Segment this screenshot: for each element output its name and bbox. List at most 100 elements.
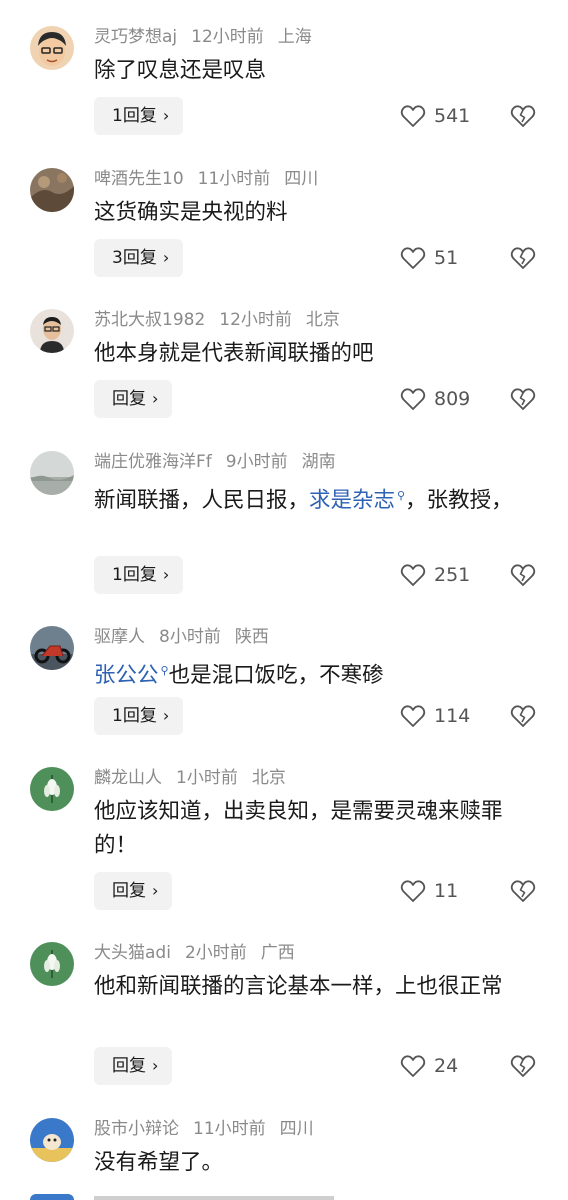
comment-text: 没有希望了。: [94, 1150, 224, 1175]
comment-text: 他和新闻联播的言论基本一样，上也很正常: [94, 974, 503, 999]
heart-outline-icon: [400, 880, 426, 902]
reply-label: 回复: [112, 1056, 146, 1076]
broken-heart-icon[interactable]: [510, 1054, 536, 1078]
heart-outline-icon: [400, 564, 426, 586]
location: 四川: [284, 169, 319, 189]
broken-heart-icon[interactable]: [510, 104, 536, 128]
like-count: 24: [434, 1055, 459, 1077]
timestamp: 8小时前: [159, 627, 221, 647]
avatar[interactable]: [30, 309, 74, 353]
heart-outline-icon: [400, 1055, 426, 1077]
broken-heart-icon[interactable]: [510, 704, 536, 728]
reply-button[interactable]: 1回复 ›: [94, 97, 184, 135]
broken-heart-icon[interactable]: [510, 879, 536, 903]
like-button[interactable]: 809: [400, 380, 470, 418]
location: 陕西: [234, 627, 269, 647]
search-icon[interactable]: ⚲: [397, 489, 405, 502]
location: 四川: [279, 1119, 314, 1139]
timestamp: 12小时前: [219, 310, 292, 330]
heart-outline-icon: [400, 105, 426, 127]
username[interactable]: 灵巧梦想aj: [94, 27, 177, 47]
comment-meta: 麟龙山人 1小时前 北京: [94, 767, 300, 789]
reply-label: 回复: [112, 881, 146, 901]
reply-label: 1回复: [112, 565, 157, 585]
timestamp: 11小时前: [197, 169, 271, 189]
timestamp: 2小时前: [184, 943, 247, 963]
comment-text: 张公公 ⚲也是混口饭吃，不寒碜: [94, 654, 534, 693]
avatar[interactable]: [30, 942, 74, 986]
reply-button[interactable]: 回复 ›: [94, 380, 173, 418]
broken-heart-icon[interactable]: [510, 246, 536, 270]
location: 湖南: [301, 452, 336, 472]
timestamp: 1小时前: [176, 768, 238, 788]
username[interactable]: 麟龙山人: [94, 768, 162, 788]
location: 广西: [260, 943, 295, 963]
broken-heart-icon[interactable]: [510, 563, 536, 587]
heart-outline-icon: [400, 388, 426, 410]
avatar[interactable]: [30, 451, 74, 495]
next-comment-peek: [0, 1190, 568, 1200]
like-count: 541: [434, 105, 471, 127]
avatar[interactable]: [30, 26, 74, 70]
username[interactable]: 端庄优雅海洋Ff: [94, 452, 212, 472]
location: 北京: [305, 310, 340, 330]
like-button[interactable]: 251: [400, 556, 470, 594]
username[interactable]: 苏北大叔1982: [94, 310, 205, 330]
search-icon[interactable]: ⚲: [161, 664, 169, 677]
comment-text: 这货确实是央视的料: [94, 200, 288, 225]
chevron-right-icon: ›: [162, 106, 170, 125]
like-button[interactable]: 114: [400, 697, 470, 735]
chevron-right-icon: ›: [162, 706, 170, 725]
like-count: 11: [434, 880, 459, 902]
like-button[interactable]: 51: [400, 239, 458, 277]
comment-meta: 端庄优雅海洋Ff 9小时前 湖南: [94, 451, 350, 473]
like-count: 114: [434, 705, 471, 727]
broken-heart-icon[interactable]: [510, 387, 536, 411]
like-button[interactable]: 24: [400, 1047, 458, 1085]
reply-button[interactable]: 回复 ›: [94, 872, 173, 910]
like-count: 51: [434, 247, 459, 269]
comment-meta: 苏北大叔1982 12小时前 北京: [94, 309, 354, 331]
chevron-right-icon: ›: [162, 565, 170, 584]
username[interactable]: 啤酒先生10: [94, 169, 184, 189]
like-count: 251: [434, 564, 471, 586]
like-button[interactable]: 541: [400, 97, 470, 135]
heart-outline-icon: [400, 247, 426, 269]
comment-text-part: ，张教授，: [405, 488, 513, 514]
comment-meta: 股市小辩论 11小时前 四川: [94, 1118, 328, 1140]
avatar[interactable]: [30, 626, 74, 670]
comment-meta: 驱摩人 8小时前 陕西: [94, 626, 283, 648]
comment-text: 他应该知道，出卖良知，是需要灵魂来赎罪的！: [94, 799, 503, 858]
comment-text: 他本身就是代表新闻联播的吧: [94, 341, 374, 366]
username[interactable]: 驱摩人: [94, 627, 145, 647]
location: 上海: [277, 27, 312, 47]
avatar[interactable]: [30, 1118, 74, 1162]
reply-button[interactable]: 1回复 ›: [94, 697, 184, 735]
topic-link[interactable]: 求是杂志: [309, 488, 395, 513]
like-button[interactable]: 11: [400, 872, 458, 910]
chevron-right-icon: ›: [162, 248, 170, 267]
username[interactable]: 大头猫adi: [94, 943, 171, 963]
comment-text-part: 新闻联播，人民日报，: [94, 488, 310, 514]
chevron-right-icon: ›: [152, 881, 159, 900]
timestamp: 9小时前: [225, 452, 288, 472]
username[interactable]: 股市小辩论: [94, 1119, 179, 1139]
comment-text: 除了叹息还是叹息: [94, 58, 267, 83]
like-count: 809: [434, 388, 471, 410]
reply-button[interactable]: 3回复 ›: [94, 239, 184, 277]
comment-text: 新闻联播，人民日报，求是杂志 ⚲，张教授，: [94, 479, 534, 518]
heart-outline-icon: [400, 705, 426, 727]
reply-label: 1回复: [112, 706, 157, 726]
reply-button[interactable]: 1回复 ›: [94, 556, 184, 594]
avatar[interactable]: [30, 767, 74, 811]
avatar[interactable]: [30, 168, 74, 212]
chevron-right-icon: ›: [152, 1056, 159, 1075]
reply-label: 1回复: [112, 106, 157, 126]
topic-link[interactable]: 张公公: [94, 663, 159, 688]
timestamp: 12小时前: [191, 27, 264, 47]
comment-text-part: 也是混口饭吃，不寒碜: [168, 663, 384, 689]
reply-label: 3回复: [112, 248, 157, 268]
timestamp: 11小时前: [193, 1119, 266, 1139]
location: 北京: [251, 768, 286, 788]
reply-button[interactable]: 回复 ›: [94, 1047, 173, 1085]
